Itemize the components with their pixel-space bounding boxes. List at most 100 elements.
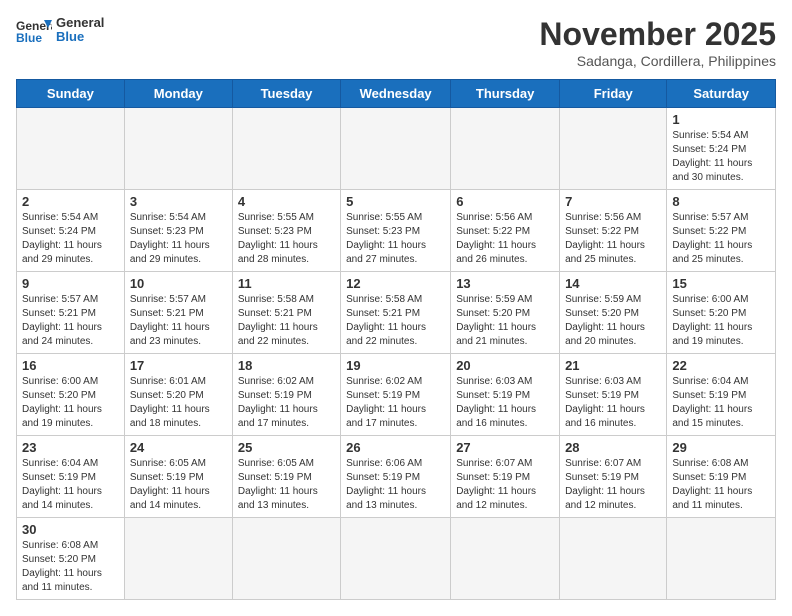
calendar-cell: 4 Sunrise: 5:55 AM Sunset: 5:23 PM Daylig… (232, 190, 340, 272)
day-info: Sunrise: 5:58 AM Sunset: 5:21 PM Dayligh… (238, 293, 335, 349)
day-number: 5 (346, 194, 445, 209)
calendar-cell: 7 Sunrise: 5:56 AM Sunset: 5:22 PM Daylig… (560, 190, 667, 272)
day-info: Sunrise: 5:57 AM Sunset: 5:21 PM Dayligh… (130, 293, 227, 349)
day-number: 27 (456, 440, 554, 455)
calendar-cell: 14 Sunrise: 5:59 AM Sunset: 5:20 PM Dayli… (560, 272, 667, 354)
calendar-cell: 3Sunrise: 5:54 AM Sunset: 5:23 PM Daylig… (124, 190, 232, 272)
day-number: 21 (565, 358, 661, 373)
weekday-header-friday: Friday (560, 80, 667, 108)
calendar-cell: 16Sunrise: 6:00 AM Sunset: 5:20 PM Dayli… (17, 354, 125, 436)
day-info: Sunrise: 5:57 AM Sunset: 5:21 PM Dayligh… (22, 293, 119, 349)
day-info: Sunrise: 6:04 AM Sunset: 5:19 PM Dayligh… (672, 375, 770, 431)
day-number: 14 (565, 276, 661, 291)
month-title: November 2025 (539, 16, 776, 53)
calendar-cell (17, 108, 125, 190)
day-info: Sunrise: 6:08 AM Sunset: 5:19 PM Dayligh… (672, 457, 770, 513)
calendar-week-2: 2 Sunrise: 5:54 AM Sunset: 5:24 PM Daylig… (17, 190, 776, 272)
day-info: Sunrise: 6:00 AM Sunset: 5:20 PM Dayligh… (672, 293, 770, 349)
calendar-cell: 2 Sunrise: 5:54 AM Sunset: 5:24 PM Daylig… (17, 190, 125, 272)
calendar-cell: 23 Sunrise: 6:04 AM Sunset: 5:19 PM Dayli… (17, 436, 125, 518)
calendar-cell: 6Sunrise: 5:56 AM Sunset: 5:22 PM Daylig… (451, 190, 560, 272)
day-info: Sunrise: 6:03 AM Sunset: 5:19 PM Dayligh… (565, 375, 661, 431)
weekday-header-sunday: Sunday (17, 80, 125, 108)
day-number: 15 (672, 276, 770, 291)
day-info: Sunrise: 5:59 AM Sunset: 5:20 PM Dayligh… (456, 293, 554, 349)
day-number: 24 (130, 440, 227, 455)
day-number: 22 (672, 358, 770, 373)
day-number: 20 (456, 358, 554, 373)
calendar-cell: 24 Sunrise: 6:05 AM Sunset: 5:19 PM Dayli… (124, 436, 232, 518)
day-number: 16 (22, 358, 119, 373)
day-number: 9 (22, 276, 119, 291)
calendar-cell: 5 Sunrise: 5:55 AM Sunset: 5:23 PM Daylig… (341, 190, 451, 272)
calendar-cell: 22 Sunrise: 6:04 AM Sunset: 5:19 PM Dayli… (667, 354, 776, 436)
calendar-cell: 30Sunrise: 6:08 AM Sunset: 5:20 PM Dayli… (17, 518, 125, 600)
weekday-header-saturday: Saturday (667, 80, 776, 108)
calendar-cell: 19Sunrise: 6:02 AM Sunset: 5:19 PM Dayli… (341, 354, 451, 436)
day-info: Sunrise: 6:07 AM Sunset: 5:19 PM Dayligh… (565, 457, 661, 513)
calendar-cell: 11 Sunrise: 5:58 AM Sunset: 5:21 PM Dayli… (232, 272, 340, 354)
calendar-cell: 9 Sunrise: 5:57 AM Sunset: 5:21 PM Daylig… (17, 272, 125, 354)
day-info: Sunrise: 6:04 AM Sunset: 5:19 PM Dayligh… (22, 457, 119, 513)
calendar-cell (451, 108, 560, 190)
calendar-cell (232, 518, 340, 600)
day-info: Sunrise: 6:01 AM Sunset: 5:20 PM Dayligh… (130, 375, 227, 431)
day-info: Sunrise: 5:56 AM Sunset: 5:22 PM Dayligh… (565, 211, 661, 267)
day-number: 23 (22, 440, 119, 455)
calendar-cell: 20Sunrise: 6:03 AM Sunset: 5:19 PM Dayli… (451, 354, 560, 436)
calendar-cell: 18 Sunrise: 6:02 AM Sunset: 5:19 PM Dayli… (232, 354, 340, 436)
day-info: Sunrise: 5:57 AM Sunset: 5:22 PM Dayligh… (672, 211, 770, 267)
day-number: 4 (238, 194, 335, 209)
day-number: 25 (238, 440, 335, 455)
day-info: Sunrise: 5:55 AM Sunset: 5:23 PM Dayligh… (238, 211, 335, 267)
calendar-week-3: 9 Sunrise: 5:57 AM Sunset: 5:21 PM Daylig… (17, 272, 776, 354)
day-number: 3 (130, 194, 227, 209)
day-info: Sunrise: 5:59 AM Sunset: 5:20 PM Dayligh… (565, 293, 661, 349)
day-number: 7 (565, 194, 661, 209)
logo-icon: General Blue (16, 16, 52, 44)
day-number: 18 (238, 358, 335, 373)
calendar-cell: 10 Sunrise: 5:57 AM Sunset: 5:21 PM Dayli… (124, 272, 232, 354)
day-info: Sunrise: 6:02 AM Sunset: 5:19 PM Dayligh… (346, 375, 445, 431)
svg-text:Blue: Blue (16, 31, 42, 44)
day-info: Sunrise: 5:55 AM Sunset: 5:23 PM Dayligh… (346, 211, 445, 267)
calendar-week-5: 23 Sunrise: 6:04 AM Sunset: 5:19 PM Dayli… (17, 436, 776, 518)
weekday-header-tuesday: Tuesday (232, 80, 340, 108)
calendar-cell: 17 Sunrise: 6:01 AM Sunset: 5:20 PM Dayli… (124, 354, 232, 436)
day-number: 17 (130, 358, 227, 373)
day-number: 26 (346, 440, 445, 455)
calendar-cell (124, 108, 232, 190)
calendar-cell (667, 518, 776, 600)
calendar-cell: 26Sunrise: 6:06 AM Sunset: 5:19 PM Dayli… (341, 436, 451, 518)
day-number: 12 (346, 276, 445, 291)
day-number: 13 (456, 276, 554, 291)
calendar-week-1: 1Sunrise: 5:54 AM Sunset: 5:24 PM Daylig… (17, 108, 776, 190)
day-number: 2 (22, 194, 119, 209)
weekday-header-monday: Monday (124, 80, 232, 108)
day-number: 10 (130, 276, 227, 291)
day-number: 1 (672, 112, 770, 127)
day-number: 28 (565, 440, 661, 455)
weekday-header-wednesday: Wednesday (341, 80, 451, 108)
calendar-week-4: 16Sunrise: 6:00 AM Sunset: 5:20 PM Dayli… (17, 354, 776, 436)
calendar-cell: 29Sunrise: 6:08 AM Sunset: 5:19 PM Dayli… (667, 436, 776, 518)
calendar-cell (560, 108, 667, 190)
day-info: Sunrise: 6:07 AM Sunset: 5:19 PM Dayligh… (456, 457, 554, 513)
logo: General Blue General Blue (16, 16, 104, 45)
calendar-cell (341, 108, 451, 190)
calendar-cell (560, 518, 667, 600)
location: Sadanga, Cordillera, Philippines (539, 53, 776, 69)
day-info: Sunrise: 5:54 AM Sunset: 5:24 PM Dayligh… (22, 211, 119, 267)
day-info: Sunrise: 5:58 AM Sunset: 5:21 PM Dayligh… (346, 293, 445, 349)
day-info: Sunrise: 6:02 AM Sunset: 5:19 PM Dayligh… (238, 375, 335, 431)
calendar-cell: 25Sunrise: 6:05 AM Sunset: 5:19 PM Dayli… (232, 436, 340, 518)
day-number: 8 (672, 194, 770, 209)
calendar-cell: 12 Sunrise: 5:58 AM Sunset: 5:21 PM Dayli… (341, 272, 451, 354)
day-info: Sunrise: 6:05 AM Sunset: 5:19 PM Dayligh… (130, 457, 227, 513)
day-number: 11 (238, 276, 335, 291)
calendar-cell: 27 Sunrise: 6:07 AM Sunset: 5:19 PM Dayli… (451, 436, 560, 518)
calendar: SundayMondayTuesdayWednesdayThursdayFrid… (16, 79, 776, 600)
title-block: November 2025 Sadanga, Cordillera, Phili… (539, 16, 776, 69)
calendar-cell: 8 Sunrise: 5:57 AM Sunset: 5:22 PM Daylig… (667, 190, 776, 272)
calendar-cell (232, 108, 340, 190)
